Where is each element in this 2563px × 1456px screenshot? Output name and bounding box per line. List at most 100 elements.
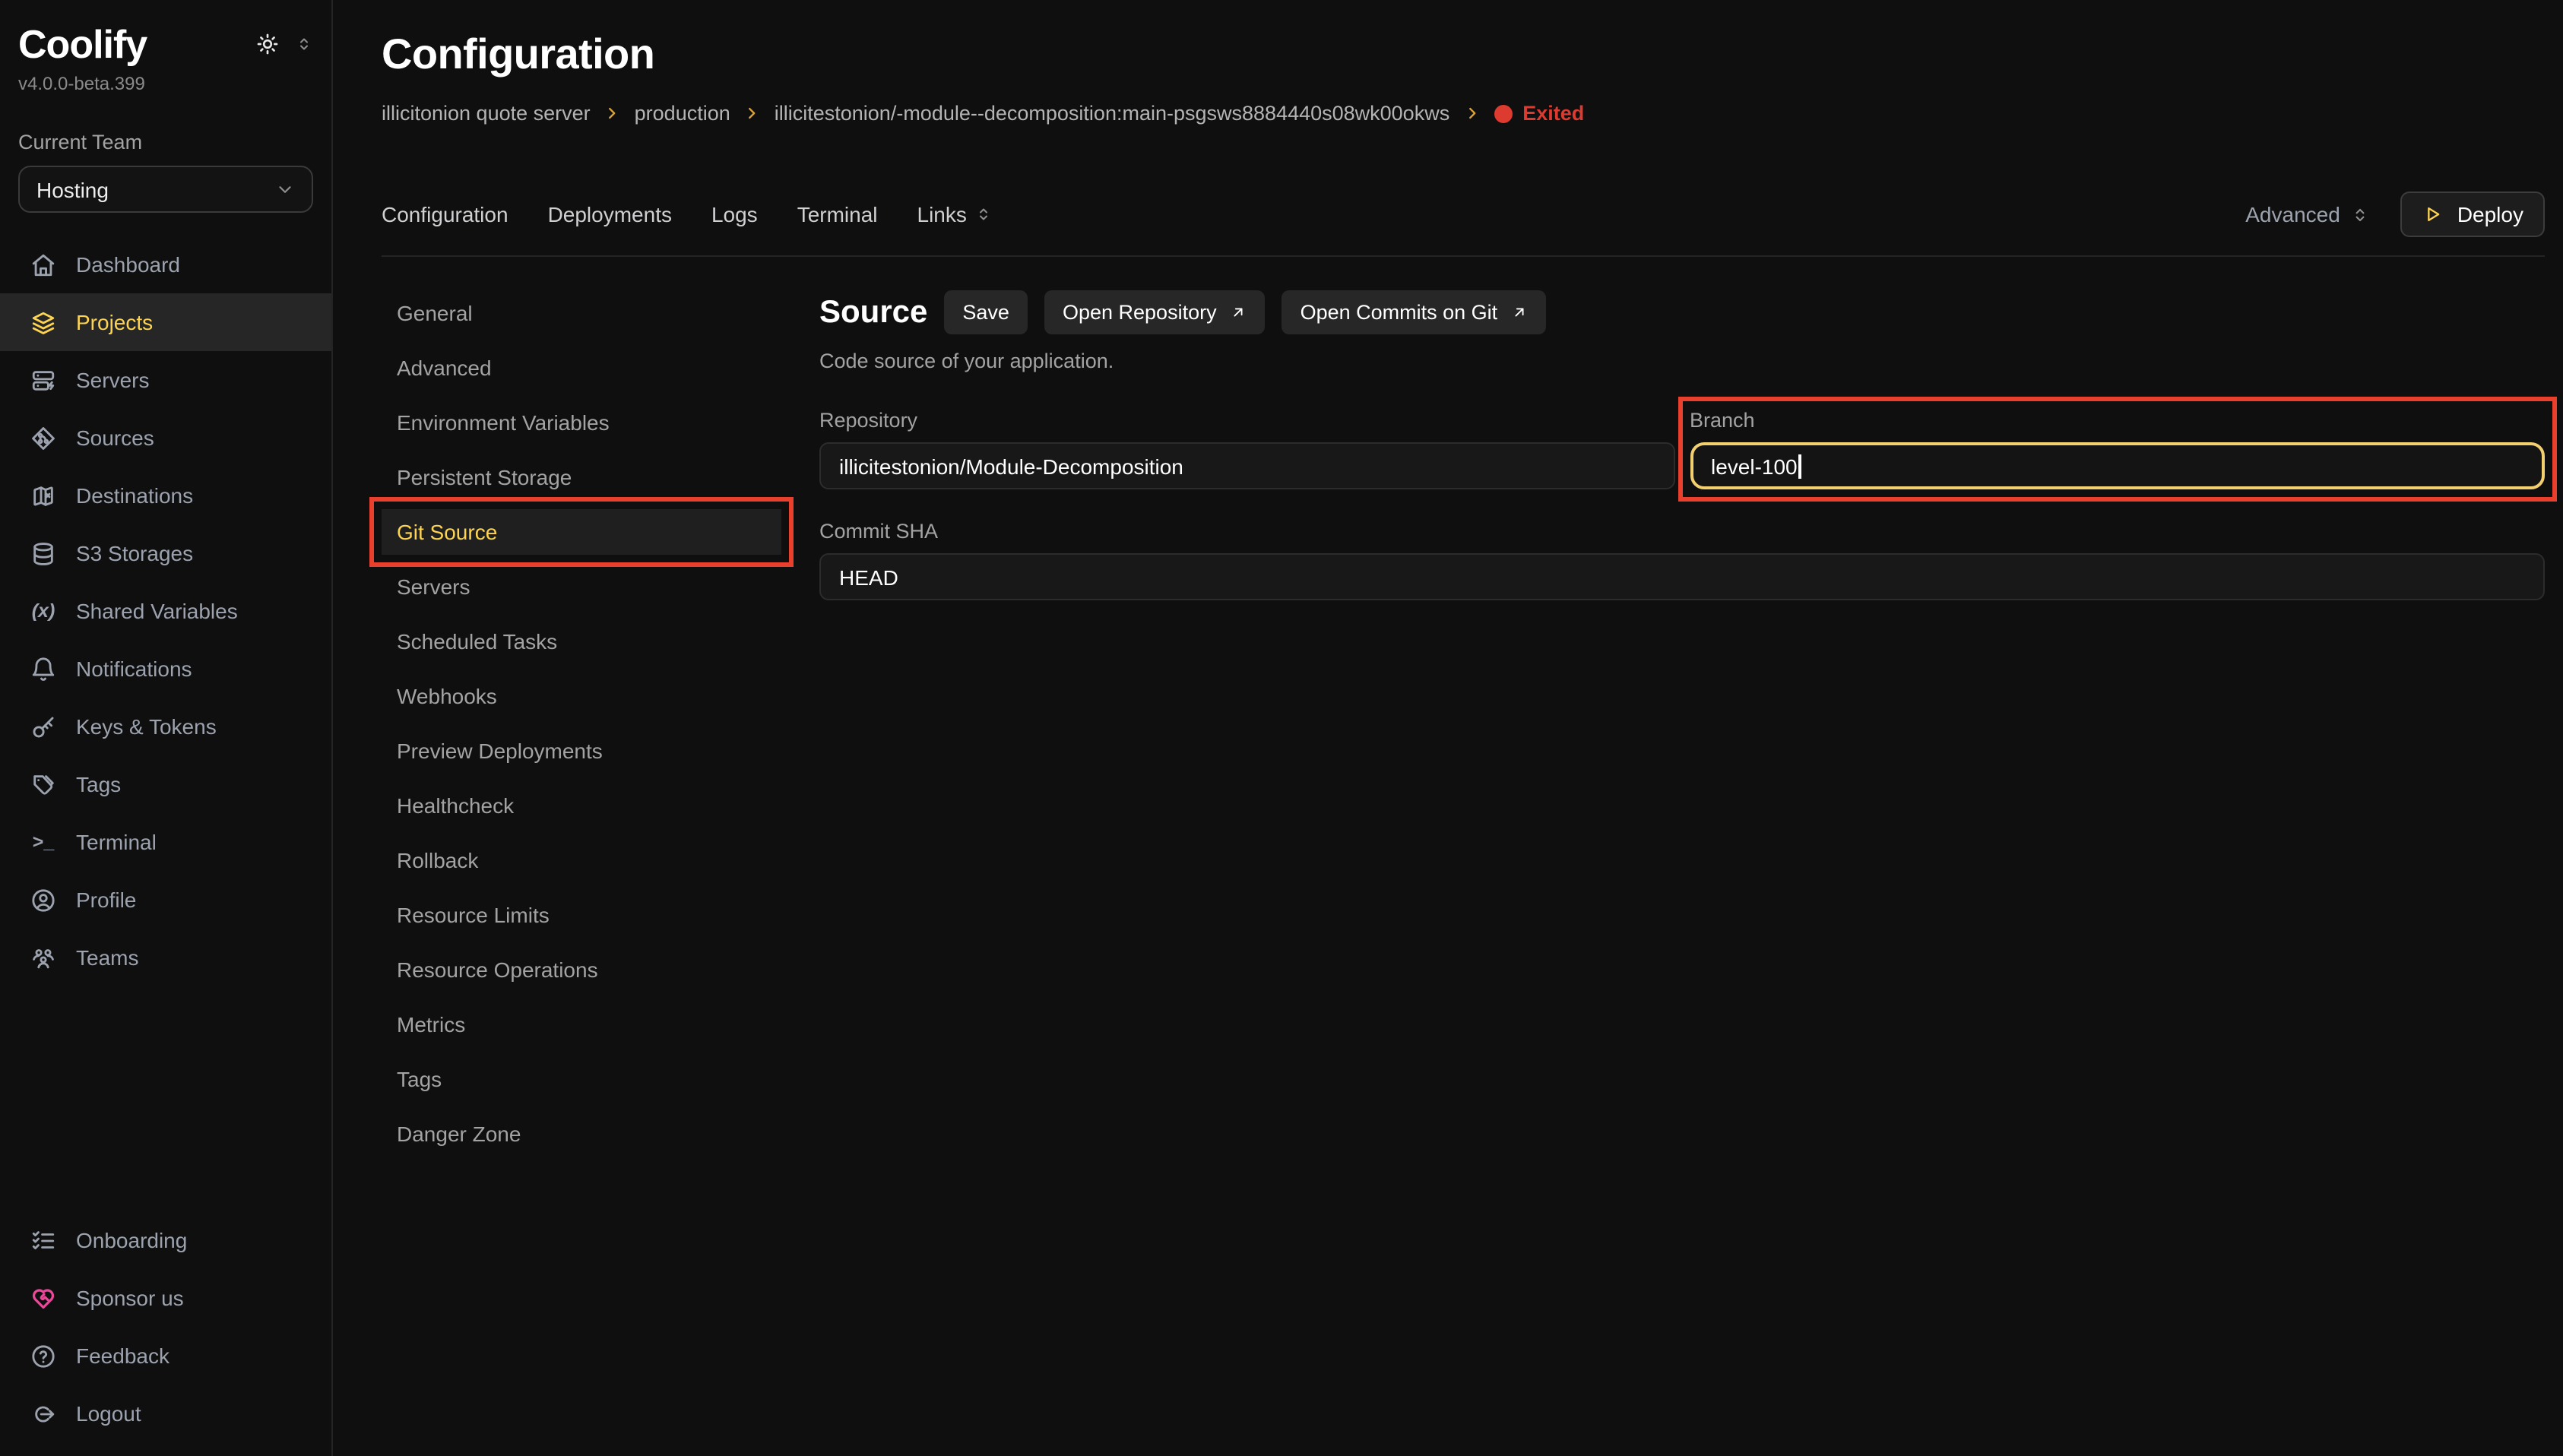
sidebar-item-label: Destinations <box>76 483 193 508</box>
users-icon <box>30 945 56 970</box>
subnav-item-general[interactable]: General <box>382 290 781 336</box>
chevron-right-icon <box>604 105 621 122</box>
open-repository-button[interactable]: Open Repository <box>1044 290 1266 334</box>
source-section: Source Save Open Repository Open Commits… <box>819 290 2545 1456</box>
open-commits-button[interactable]: Open Commits on Git <box>1282 290 1547 334</box>
sidebar-item-label: Sources <box>76 426 154 450</box>
map-icon <box>30 483 56 508</box>
chevrons-up-down-icon <box>974 205 993 223</box>
database-icon <box>30 540 56 566</box>
subnav-item-scheduled-tasks[interactable]: Scheduled Tasks <box>382 619 781 664</box>
advanced-dropdown[interactable]: Advanced <box>2245 202 2371 226</box>
sidebar-item-dashboard[interactable]: Dashboard <box>0 236 331 293</box>
subnav-item-healthcheck[interactable]: Healthcheck <box>382 783 781 828</box>
key-icon <box>30 714 56 739</box>
sidebar-item-teams[interactable]: Teams <box>0 929 331 986</box>
sidebar-item-label: Notifications <box>76 657 192 681</box>
sidebar-nav: Dashboard Projects Servers Sources Destinati… <box>0 236 331 986</box>
open-repository-label: Open Repository <box>1063 301 1217 324</box>
sidebar-item-onboarding[interactable]: Onboarding <box>0 1211 331 1269</box>
branch-label: Branch <box>1690 409 2545 432</box>
tabs-divider <box>382 255 2545 257</box>
commit-sha-value: HEAD <box>839 565 898 589</box>
subnav-item-webhooks[interactable]: Webhooks <box>382 673 781 719</box>
sidebar-item-sponsor-us[interactable]: Sponsor us <box>0 1269 331 1327</box>
sidebar-item-projects[interactable]: Projects <box>0 293 331 351</box>
sidebar-item-label: Keys & Tokens <box>76 714 217 739</box>
breadcrumb-environment[interactable]: production <box>635 102 730 125</box>
subnav-item-environment-variables[interactable]: Environment Variables <box>382 400 781 445</box>
sidebar-item-profile[interactable]: Profile <box>0 871 331 929</box>
repository-input[interactable]: illicitestonion/Module-Decomposition <box>819 442 1674 489</box>
commit-sha-input[interactable]: HEAD <box>819 553 2545 600</box>
deploy-button[interactable]: Deploy <box>2401 191 2545 237</box>
sidebar-item-label: Servers <box>76 368 149 392</box>
sidebar-item-keys-tokens[interactable]: Keys & Tokens <box>0 698 331 755</box>
status-badge: Exited <box>1494 102 1584 125</box>
sidebar-item-feedback[interactable]: Feedback <box>0 1327 331 1385</box>
subnav-item-servers[interactable]: Servers <box>382 564 781 609</box>
configuration-content: General Advanced Environment Variables Pers… <box>382 290 2545 1456</box>
repository-field-group: Repository illicitestonion/Module-Decomp… <box>819 409 1674 489</box>
sidebar-item-label: Dashboard <box>76 252 180 277</box>
subnav-item-persistent-storage[interactable]: Persistent Storage <box>382 454 781 500</box>
sidebar-item-label: Tags <box>76 772 121 796</box>
tag-icon <box>30 771 56 797</box>
theme-chevrons-icon[interactable] <box>295 35 313 53</box>
tab-terminal[interactable]: Terminal <box>797 202 878 226</box>
subnav-item-danger-zone[interactable]: Danger Zone <box>382 1111 781 1157</box>
tab-configuration[interactable]: Configuration <box>382 202 508 226</box>
branch-input[interactable]: level-100 <box>1690 442 2545 489</box>
bell-icon <box>30 656 56 682</box>
tab-logs[interactable]: Logs <box>711 202 758 226</box>
sidebar-item-servers[interactable]: Servers <box>0 351 331 409</box>
app-logo[interactable]: Coolify <box>18 21 147 68</box>
subnav-item-preview-deployments[interactable]: Preview Deployments <box>382 728 781 774</box>
tabs: Configuration Deployments Logs Terminal Link… <box>382 202 993 226</box>
sidebar-item-terminal[interactable]: >_Terminal <box>0 813 331 871</box>
save-button[interactable]: Save <box>944 290 1028 334</box>
team-select[interactable]: Hosting <box>18 166 313 213</box>
subnav-item-rollback[interactable]: Rollback <box>382 837 781 883</box>
breadcrumb-application[interactable]: illicitestonion/-module--decomposition:m… <box>775 102 1449 125</box>
sidebar-item-label: Projects <box>76 310 153 334</box>
sidebar-item-logout[interactable]: Logout <box>0 1385 331 1442</box>
heart-icon <box>30 1285 56 1311</box>
subnav-item-resource-limits[interactable]: Resource Limits <box>382 892 781 938</box>
page-title: Configuration <box>382 30 2545 79</box>
logout-icon <box>30 1401 56 1426</box>
deploy-label: Deploy <box>2457 202 2523 226</box>
subnav-item-metrics[interactable]: Metrics <box>382 1002 781 1047</box>
sidebar-item-label: S3 Storages <box>76 541 193 565</box>
sidebar: Coolify v4.0.0-beta.399 Current Team Hos… <box>0 0 333 1456</box>
text-cursor <box>1799 454 1801 478</box>
repository-value: illicitestonion/Module-Decomposition <box>839 454 1183 478</box>
subnav-item-resource-operations[interactable]: Resource Operations <box>382 947 781 992</box>
sidebar-item-s3-storages[interactable]: S3 Storages <box>0 524 331 582</box>
team-select-value: Hosting <box>36 177 109 201</box>
subnav-item-tags[interactable]: Tags <box>382 1056 781 1102</box>
sidebar-item-sources[interactable]: Sources <box>0 409 331 467</box>
server-icon <box>30 367 56 393</box>
sidebar-item-destinations[interactable]: Destinations <box>0 467 331 524</box>
arrow-up-right-icon <box>1511 304 1528 321</box>
open-commits-label: Open Commits on Git <box>1301 301 1498 324</box>
subnav-item-advanced[interactable]: Advanced <box>382 345 781 391</box>
tab-links[interactable]: Links <box>917 202 993 226</box>
sidebar-footer-nav: Onboarding Sponsor us FeedbackLogout <box>0 1211 331 1442</box>
sidebar-item-tags[interactable]: Tags <box>0 755 331 813</box>
sidebar-item-shared-variables[interactable]: (x)Shared Variables <box>0 582 331 640</box>
theme-sun-icon[interactable] <box>255 32 280 56</box>
sidebar-item-label: Sponsor us <box>76 1286 184 1310</box>
tab-label: Terminal <box>797 202 878 226</box>
tab-deployments[interactable]: Deployments <box>548 202 672 226</box>
breadcrumb-project[interactable]: illicitonion quote server <box>382 102 591 125</box>
status-label: Exited <box>1522 102 1584 125</box>
subnav-item-git-source[interactable]: Git Source <box>382 509 781 555</box>
app-version: v4.0.0-beta.399 <box>18 73 313 94</box>
breadcrumb: illicitonion quote server production ill… <box>382 102 2545 125</box>
terminal-icon: >_ <box>30 829 56 855</box>
tab-label: Links <box>917 202 967 226</box>
home-icon <box>30 252 56 277</box>
sidebar-item-notifications[interactable]: Notifications <box>0 640 331 698</box>
